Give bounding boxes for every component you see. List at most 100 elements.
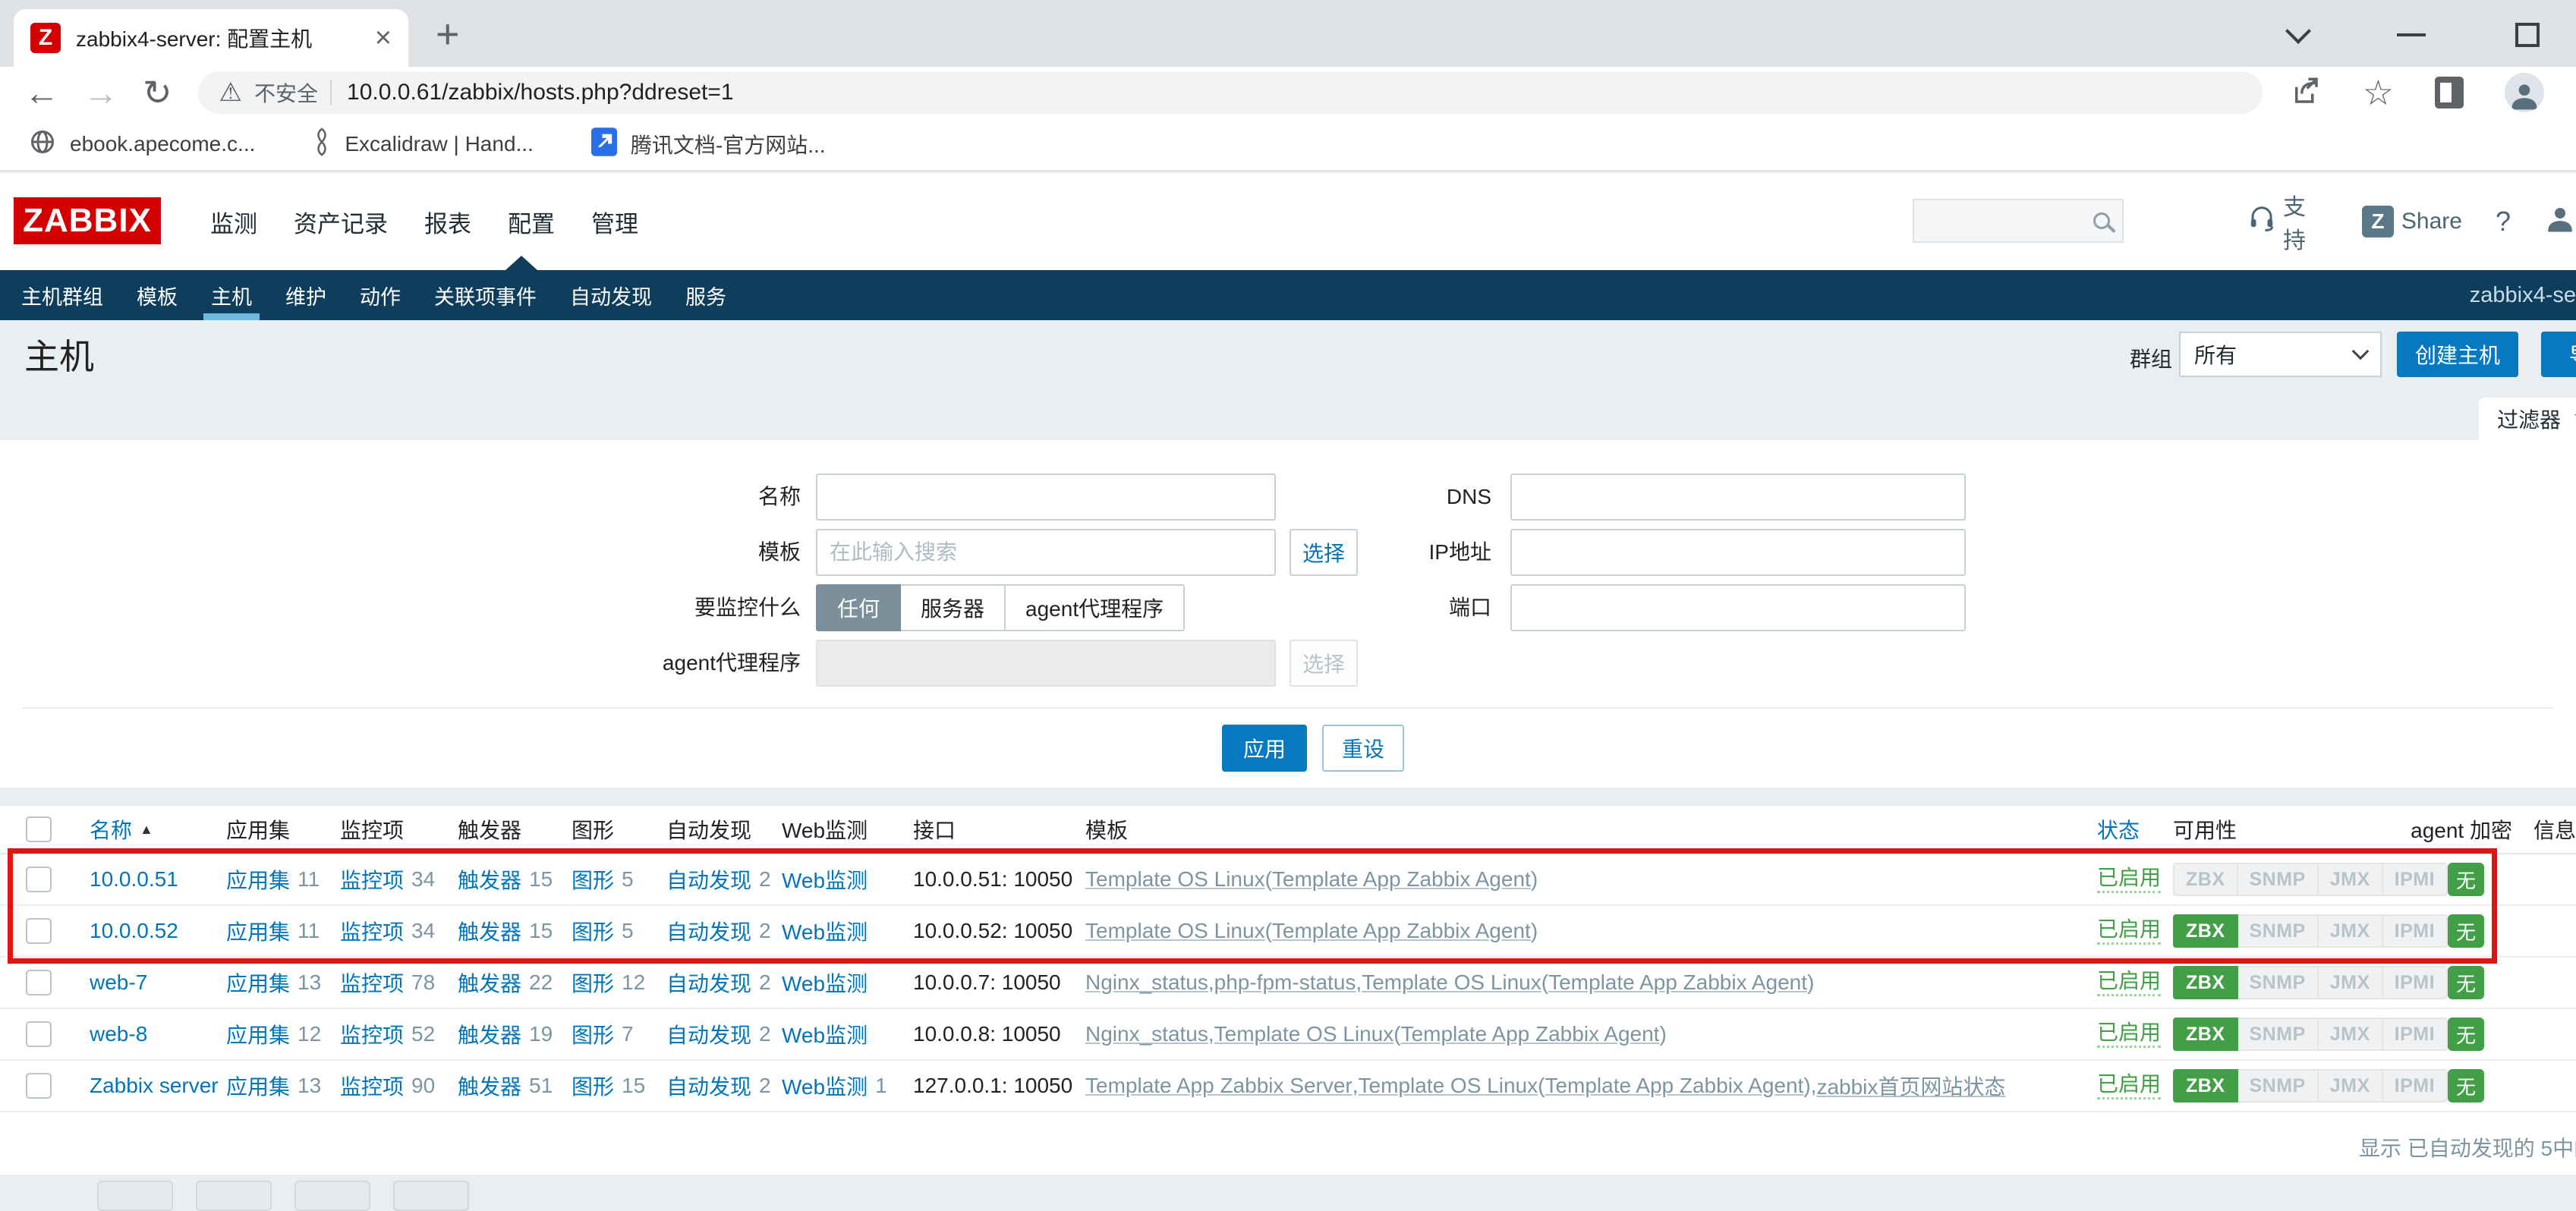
table-row[interactable]: web-7 应用集13 监控项78 触发器22 图形12 自动发现2 Web监测… bbox=[0, 958, 2576, 1009]
ip-filter-input[interactable] bbox=[1510, 529, 1966, 576]
template-link[interactable]: Nginx_status bbox=[1085, 970, 1208, 995]
triggers-link[interactable]: 触发器 bbox=[458, 1071, 521, 1101]
host-name-link[interactable]: 10.0.0.51 bbox=[90, 867, 178, 892]
template-link[interactable]: Template App Zabbix Agent bbox=[1401, 1022, 1660, 1046]
column-header-status[interactable]: 状态 bbox=[2097, 814, 2140, 845]
host-name-link[interactable]: 10.0.0.52 bbox=[90, 919, 178, 943]
template-link[interactable]: Template App Zabbix Agent bbox=[1272, 867, 1531, 892]
new-tab-button[interactable]: + bbox=[436, 11, 460, 58]
forward-button[interactable]: → bbox=[83, 75, 118, 110]
status-link[interactable]: 已启用 bbox=[2097, 969, 2161, 996]
template-link[interactable]: Template App Zabbix Agent bbox=[1545, 1074, 1803, 1098]
create-host-button[interactable]: 创建主机 bbox=[2397, 332, 2518, 377]
template-link[interactable]: Template OS Linux bbox=[1359, 1074, 1538, 1098]
address-bar[interactable]: ⚠ 不安全 10.0.0.61/zabbix/hosts.php?ddreset… bbox=[198, 71, 2263, 114]
top-menu-item[interactable]: 配置 bbox=[508, 205, 555, 239]
graphs-link[interactable]: 图形 bbox=[572, 1071, 614, 1101]
apply-button[interactable]: 应用 bbox=[1222, 725, 1307, 772]
row-checkbox[interactable] bbox=[26, 1021, 52, 1047]
template-link[interactable]: Template OS Linux bbox=[1214, 1022, 1394, 1046]
triggers-link[interactable]: 触发器 bbox=[458, 1019, 521, 1049]
bookmark-star-icon[interactable]: ☆ bbox=[2363, 75, 2394, 110]
web-link[interactable]: Web监测 bbox=[782, 916, 868, 946]
row-checkbox[interactable] bbox=[26, 1073, 52, 1099]
discovery-link[interactable]: 自动发现 bbox=[666, 967, 751, 998]
web-link[interactable]: Web监测 bbox=[782, 864, 868, 895]
template-link[interactable]: Template OS Linux bbox=[1085, 919, 1265, 943]
monitored-by-option-server[interactable]: 服务器 bbox=[901, 584, 1006, 631]
status-link[interactable]: 已启用 bbox=[2097, 1021, 2161, 1047]
graphs-link[interactable]: 图形 bbox=[572, 967, 614, 998]
template-link[interactable]: Nginx_status bbox=[1085, 1022, 1208, 1046]
template-link[interactable]: Template App Zabbix Agent bbox=[1272, 919, 1531, 943]
status-link[interactable]: 已启用 bbox=[2097, 866, 2161, 892]
top-menu-item[interactable]: 监测 bbox=[210, 205, 257, 239]
graphs-link[interactable]: 图形 bbox=[572, 864, 614, 895]
import-button[interactable]: 导入 bbox=[2541, 332, 2576, 377]
row-checkbox[interactable] bbox=[26, 867, 52, 892]
discovery-link[interactable]: 自动发现 bbox=[666, 864, 751, 895]
filter-tab[interactable]: 过滤器 bbox=[2479, 398, 2576, 440]
user-profile-icon[interactable] bbox=[2544, 203, 2576, 241]
template-link[interactable]: php-fpm-status bbox=[1214, 970, 1356, 995]
bookmark-item[interactable]: 腾讯文档-官方网站... bbox=[591, 127, 826, 162]
nav-item[interactable]: 主机 bbox=[208, 270, 255, 320]
bookmark-item[interactable]: Excalidraw | Hand... bbox=[313, 127, 534, 162]
status-link[interactable]: 已启用 bbox=[2097, 1072, 2161, 1099]
web-link[interactable]: Web监测 bbox=[782, 1019, 868, 1049]
web-link[interactable]: Web监测 bbox=[782, 967, 868, 998]
zabbix-logo[interactable]: ZABBIX bbox=[14, 197, 161, 244]
group-select[interactable]: 所有 bbox=[2179, 332, 2382, 377]
host-name-link[interactable]: Zabbix server bbox=[90, 1074, 219, 1098]
browser-tab[interactable]: Z zabbix4-server: 配置主机 × bbox=[14, 9, 408, 67]
nav-item[interactable]: 自动发现 bbox=[567, 270, 655, 320]
partial-action-button[interactable] bbox=[196, 1181, 272, 1211]
window-minimize-button[interactable] bbox=[2397, 33, 2426, 36]
nav-item[interactable]: 模板 bbox=[134, 270, 181, 320]
nav-item[interactable]: 服务 bbox=[682, 270, 729, 320]
template-link[interactable]: Template OS Linux bbox=[1085, 867, 1265, 892]
row-checkbox[interactable] bbox=[26, 970, 52, 996]
items-link[interactable]: 监控项 bbox=[340, 1019, 404, 1049]
table-row[interactable]: web-8 应用集12 监控项52 触发器19 图形7 自动发现2 Web监测 … bbox=[0, 1009, 2576, 1061]
global-search-input[interactable] bbox=[1913, 199, 2124, 243]
row-checkbox[interactable] bbox=[26, 918, 52, 944]
discovery-link[interactable]: 自动发现 bbox=[666, 916, 751, 946]
help-link[interactable]: ? bbox=[2496, 206, 2511, 237]
back-button[interactable]: ← bbox=[24, 75, 59, 110]
table-row[interactable]: 10.0.0.51 应用集11 监控项34 触发器15 图形5 自动发现2 We… bbox=[0, 854, 2576, 906]
column-header-name[interactable]: 名称 bbox=[90, 814, 132, 845]
browser-profile-avatar[interactable] bbox=[2505, 73, 2544, 112]
template-link[interactable]: Template App Zabbix Agent bbox=[1548, 970, 1807, 995]
share-link[interactable]: Z Share bbox=[2362, 206, 2462, 237]
items-link[interactable]: 监控项 bbox=[340, 864, 404, 895]
reset-button[interactable]: 重设 bbox=[1322, 725, 1404, 772]
items-link[interactable]: 监控项 bbox=[340, 1071, 404, 1101]
triggers-link[interactable]: 触发器 bbox=[458, 967, 521, 998]
discovery-link[interactable]: 自动发现 bbox=[666, 1019, 751, 1049]
template-link[interactable]: Template OS Linux bbox=[1362, 970, 1542, 995]
applications-link[interactable]: 应用集 bbox=[226, 864, 290, 895]
applications-link[interactable]: 应用集 bbox=[226, 1019, 290, 1049]
nav-item[interactable]: 维护 bbox=[282, 270, 329, 320]
top-menu-item[interactable]: 管理 bbox=[591, 205, 638, 239]
triggers-link[interactable]: 触发器 bbox=[458, 916, 521, 946]
template-link[interactable]: Template App Zabbix Server bbox=[1085, 1074, 1353, 1098]
table-row[interactable]: Zabbix server 应用集13 监控项90 触发器51 图形15 自动发… bbox=[0, 1061, 2576, 1112]
dns-filter-input[interactable] bbox=[1510, 473, 1966, 521]
applications-link[interactable]: 应用集 bbox=[226, 916, 290, 946]
host-name-link[interactable]: web-7 bbox=[90, 970, 147, 995]
web-link[interactable]: Web监测 bbox=[782, 1071, 868, 1101]
support-link[interactable]: 支持 bbox=[2248, 188, 2329, 255]
status-link[interactable]: 已启用 bbox=[2097, 917, 2161, 944]
side-panel-icon[interactable] bbox=[2435, 77, 2464, 109]
graphs-link[interactable]: 图形 bbox=[572, 1019, 614, 1049]
nav-item[interactable]: 动作 bbox=[357, 270, 404, 320]
monitored-by-option-any[interactable]: 任何 bbox=[816, 584, 901, 631]
share-icon[interactable] bbox=[2290, 75, 2322, 111]
graphs-link[interactable]: 图形 bbox=[572, 916, 614, 946]
top-menu-item[interactable]: 报表 bbox=[424, 205, 471, 239]
partial-action-button[interactable] bbox=[393, 1181, 469, 1211]
discovery-link[interactable]: 自动发现 bbox=[666, 1071, 751, 1101]
nav-item[interactable]: 关联项事件 bbox=[431, 270, 540, 320]
